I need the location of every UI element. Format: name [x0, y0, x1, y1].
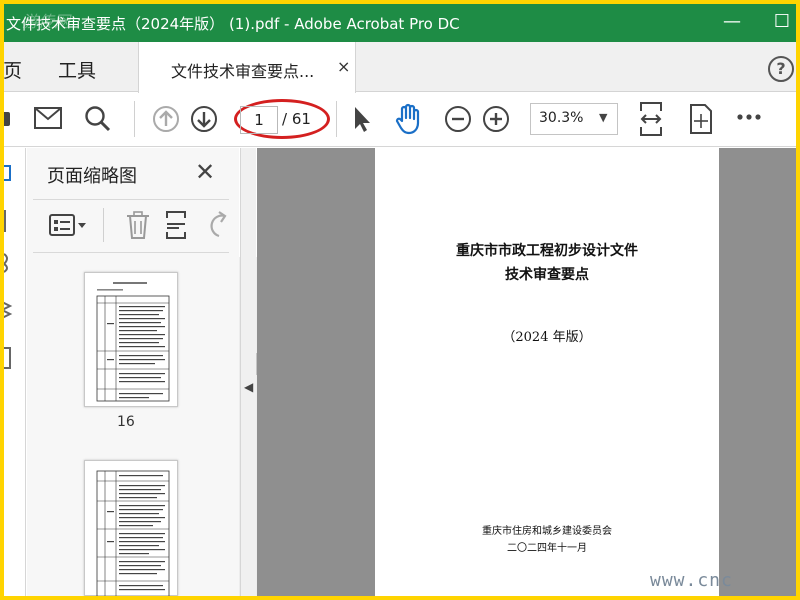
page-thumbnail[interactable] — [84, 460, 178, 596]
attachment-icon[interactable] — [4, 252, 14, 274]
document-tab[interactable]: 文件技术审查要点... × — [138, 42, 356, 93]
delete-page-icon[interactable] — [125, 210, 151, 240]
window-title: 文件技术审查要点（2024年版） (1).pdf - Adobe Acrobat… — [6, 15, 460, 33]
page-thumbnail-label: 16 — [117, 414, 135, 430]
fit-width-icon[interactable] — [638, 101, 664, 137]
zoom-level-dropdown[interactable]: 30.3% ▼ — [530, 103, 618, 135]
panel-divider — [33, 199, 229, 200]
document-tab-close-button[interactable]: × — [337, 57, 350, 76]
document-view[interactable]: 重庆市市政工程初步设计文件 技术审查要点 （2024 年版） 重庆市住房和城乡建… — [257, 148, 796, 596]
toolbar-separator — [336, 101, 337, 137]
watermark-logo: 游传网 — [22, 12, 71, 31]
layers-icon[interactable] — [4, 298, 14, 322]
panel-collapse-handle[interactable]: ◀ — [240, 148, 256, 596]
minimize-button[interactable]: — — [718, 10, 746, 34]
tab-tools[interactable]: 工具 — [58, 56, 96, 83]
email-icon[interactable] — [34, 107, 62, 129]
panel-separator — [103, 208, 104, 242]
panel-title: 页面缩略图 — [47, 166, 137, 187]
page-thumbnails-panel: 页面缩略图 ✕ 16 — [27, 148, 259, 596]
panel-divider — [33, 252, 229, 253]
site-watermark: www.cnc — [650, 570, 733, 591]
previous-page-icon[interactable] — [152, 105, 180, 133]
document-edition: （2024 年版） — [502, 330, 592, 345]
document-title-line1: 重庆市市政工程初步设计文件 — [456, 243, 638, 259]
zoom-level-value: 30.3% — [539, 110, 584, 126]
collapse-arrow-icon: ◀ — [244, 380, 254, 394]
pdf-page: 重庆市市政工程初步设计文件 技术审查要点 （2024 年版） 重庆市住房和城乡建… — [375, 148, 719, 596]
insert-page-icon[interactable] — [165, 210, 191, 240]
tab-bar: 主页 工具 文件技术审查要点... × ? — [4, 42, 796, 93]
current-page-input[interactable]: 1 — [240, 106, 278, 134]
signatures-icon[interactable] — [4, 346, 14, 370]
toolbar-separator — [134, 101, 135, 137]
thumbnail-options-icon[interactable] — [49, 212, 89, 238]
hand-tool-icon[interactable] — [394, 103, 424, 135]
search-icon[interactable] — [84, 105, 112, 133]
page-fit-icon[interactable] — [688, 103, 714, 135]
document-title-line2: 技术审查要点 — [505, 267, 589, 283]
bookmarks-icon[interactable] — [4, 210, 12, 232]
zoom-out-icon[interactable] — [444, 105, 472, 133]
page-thumbnail[interactable] — [84, 272, 178, 407]
document-organization: 重庆市住房和城乡建设委员会 — [482, 526, 612, 537]
tab-home[interactable]: 主页 — [4, 56, 22, 83]
dropdown-arrow-icon: ▼ — [599, 111, 608, 124]
document-date: 二〇二四年十一月 — [507, 543, 587, 554]
main-toolbar: 1 / 61 30.3% ▼ — [4, 93, 796, 147]
title-bar: 文件技术审查要点（2024年版） (1).pdf - Adobe Acrobat… — [4, 4, 796, 42]
zoom-in-icon[interactable] — [482, 105, 510, 133]
page-thumbnails-icon[interactable] — [4, 164, 14, 184]
left-tool-strip — [4, 148, 26, 596]
document-tab-label: 文件技术审查要点... — [171, 62, 315, 81]
help-button[interactable]: ? — [768, 56, 794, 82]
panel-close-button[interactable]: ✕ — [195, 158, 215, 186]
print-icon[interactable] — [4, 106, 12, 132]
maximize-button[interactable]: ☐ — [768, 10, 796, 34]
more-options-icon[interactable] — [736, 107, 764, 127]
next-page-icon[interactable] — [190, 105, 218, 133]
total-pages-label: / 61 — [282, 110, 311, 128]
select-cursor-icon[interactable] — [350, 105, 372, 133]
rotate-page-icon[interactable] — [205, 210, 229, 240]
acrobat-window: 文件技术审查要点（2024年版） (1).pdf - Adobe Acrobat… — [4, 4, 796, 596]
